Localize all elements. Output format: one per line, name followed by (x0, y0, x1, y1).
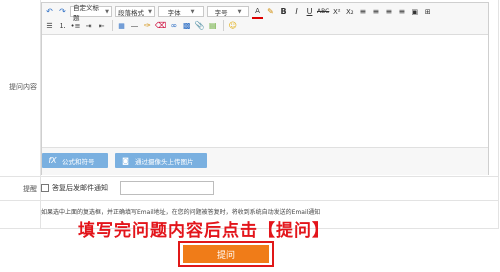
font-select[interactable]: 字体 ▼ (158, 6, 204, 17)
toolbar-separator (223, 20, 225, 31)
link-icon[interactable]: ∞ (168, 20, 179, 32)
italic-button[interactable]: I (291, 6, 302, 18)
toolbar-separator (112, 20, 113, 31)
subscript-button[interactable]: X₂ (344, 6, 355, 18)
editor-toolbar: ↶ ↷ 自定义标题 ▼ 段落格式 ▼ 字体 ▼ 字号 ▼ A ✎ B I U ABC X… (42, 3, 488, 35)
align-right-icon[interactable]: ≡ (383, 6, 394, 18)
chevron-down-icon: ▼ (237, 8, 242, 15)
select-all-icon[interactable]: ▣ (409, 6, 420, 18)
size-select[interactable]: 字号 ▼ (207, 6, 249, 17)
size-select-value: 字号 (214, 8, 228, 17)
question-form: 提问内容 提醒 ↶ ↷ 自定义标题 ▼ 段落格式 ▼ 字体 ▼ 字号 ▼ A ✎ B I… (0, 0, 499, 272)
strikethrough-button[interactable]: ABC (317, 6, 329, 18)
email-notify-label: 答复后发邮件通知 (52, 184, 108, 192)
email-notice-text: 如果选中上面的复选框，并正确填写Email地址，在您的问题被答复时，将收到系统自… (41, 209, 321, 216)
paragraph-select-value: 段落格式 (118, 8, 144, 17)
chevron-down-icon: ▼ (148, 8, 152, 15)
rich-text-editor: ↶ ↷ 自定义标题 ▼ 段落格式 ▼ 字体 ▼ 字号 ▼ A ✎ B I U ABC X… (41, 2, 489, 175)
bold-button[interactable]: B (278, 6, 289, 18)
align-justify-icon[interactable]: ≡ (396, 6, 407, 18)
fullscreen-icon[interactable]: ⊞ (422, 6, 433, 18)
right-border (498, 0, 499, 228)
attachment-icon[interactable]: 📎 (194, 20, 205, 32)
align-center-icon[interactable]: ≡ (370, 6, 381, 18)
row-divider (0, 200, 499, 201)
bulleted-list-icon[interactable]: •≡ (70, 20, 81, 32)
toolbar-row-2: ☰ ⒈ •≡ ⇥ ⇤ ▦ ― ✑ ⌫ ∞ ▩ 📎 ▤ ☺ (44, 19, 240, 32)
chevron-down-icon: ▼ (190, 8, 195, 15)
heading-select[interactable]: 自定义标题 ▼ (70, 4, 112, 22)
clear-format-icon[interactable]: ⌫ (155, 20, 166, 32)
align-left-icon[interactable]: ≡ (357, 6, 368, 18)
image-icon[interactable]: ▩ (181, 20, 192, 32)
paragraph-select[interactable]: 段落格式 ▼ (115, 6, 155, 17)
outdent-icon[interactable]: ⇤ (96, 20, 107, 32)
chevron-down-icon: ▼ (105, 8, 109, 15)
indent-icon[interactable]: ⇥ (83, 20, 94, 32)
numbered-list-icon[interactable]: ⒈ (57, 20, 68, 32)
camera-upload-label: 通过摄像头上传图片 (135, 157, 194, 166)
reminder-label: 提醒 (23, 185, 37, 193)
question-content-label: 提问内容 (9, 83, 37, 91)
font-color-icon[interactable]: A (252, 5, 263, 19)
formula-button-label: 公式和符号 (62, 157, 95, 166)
instruction-annotation: 填写完问题内容后点击【提问】 (78, 221, 330, 241)
formula-icon: fX (48, 156, 57, 165)
underline-button[interactable]: U (304, 6, 315, 18)
camera-icon: ◙ (122, 156, 129, 165)
hr-icon[interactable]: ― (129, 20, 140, 32)
reminder-row: 答复后发邮件通知 (41, 181, 214, 195)
format-painter-icon[interactable]: ✑ (142, 20, 153, 32)
editor-bottom-bar: fX 公式和符号 ◙ 通过摄像头上传图片 (42, 147, 488, 175)
email-input[interactable] (120, 181, 214, 195)
table-icon[interactable]: ▦ (116, 20, 127, 32)
redo-icon[interactable]: ↷ (57, 6, 68, 18)
code-icon[interactable]: ▤ (207, 20, 218, 32)
submit-question-button[interactable]: 提问 (183, 245, 269, 263)
email-notify-checkbox[interactable] (41, 184, 49, 192)
toolbar-row-1: ↶ ↷ 自定义标题 ▼ 段落格式 ▼ 字体 ▼ 字号 ▼ A ✎ B I U ABC X… (44, 4, 435, 22)
submit-highlight-frame: 提问 (178, 241, 274, 267)
camera-upload-button[interactable]: ◙ 通过摄像头上传图片 (115, 153, 207, 168)
formula-button[interactable]: fX 公式和符号 (42, 153, 108, 168)
font-select-value: 字体 (167, 8, 181, 17)
undo-icon[interactable]: ↶ (44, 6, 55, 18)
line-height-icon[interactable]: ☰ (44, 20, 55, 32)
emoticon-icon[interactable]: ☺ (227, 20, 238, 32)
editor-content-area[interactable] (42, 35, 488, 147)
row-divider (0, 176, 499, 177)
highlight-color-icon[interactable]: ✎ (265, 6, 276, 18)
superscript-button[interactable]: X² (331, 6, 342, 18)
